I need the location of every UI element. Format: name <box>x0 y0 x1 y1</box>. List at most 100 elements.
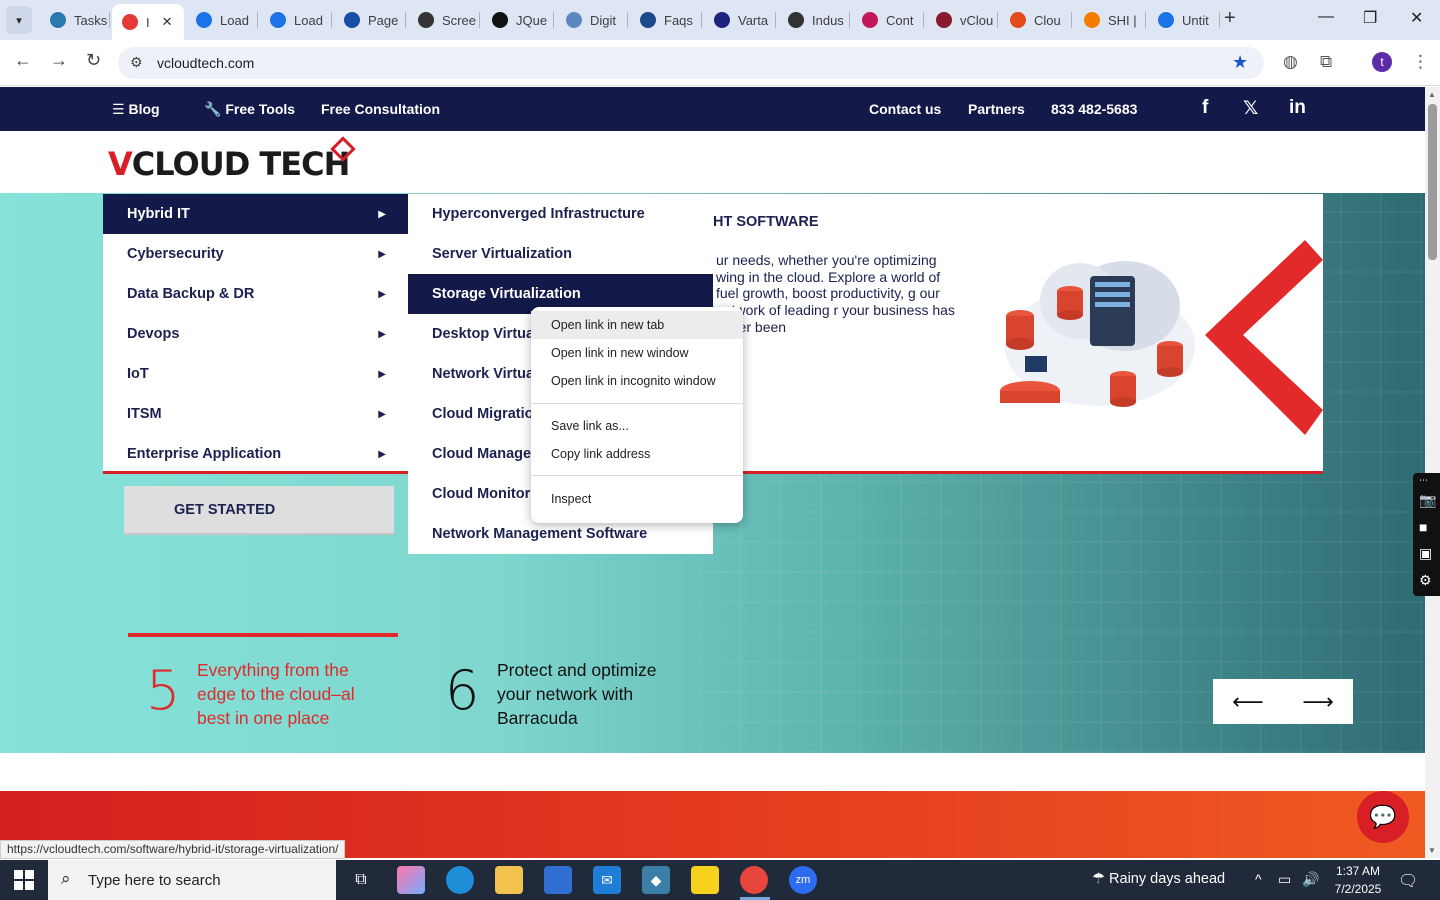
back-icon[interactable]: ← <box>14 50 32 71</box>
ctx-open-incognito[interactable]: Open link in incognito window <box>531 367 743 395</box>
nav-item-solutions[interactable]: SOLUTIONS <box>376 87 476 89</box>
mail-icon[interactable]: ✉ <box>593 866 621 894</box>
task-view-icon[interactable]: ⧉ <box>347 866 375 894</box>
free-consultation-link[interactable]: Free Consultation <box>321 101 440 117</box>
restore-icon[interactable]: ❐ <box>1363 8 1377 28</box>
settings-gear-icon[interactable]: ⚙ <box>1419 572 1432 589</box>
browser-tab[interactable]: I ✕ <box>112 4 184 40</box>
tray-chevron-icon[interactable]: ^ <box>1255 871 1262 887</box>
tab-close-icon[interactable]: ✕ <box>162 14 173 30</box>
chat-icon[interactable]: 💬 <box>1357 791 1409 843</box>
context-menu: Open link in new tab Open link in new wi… <box>531 307 743 523</box>
browser-tab[interactable]: Clou <box>1000 4 1072 36</box>
volume-icon[interactable]: 🔊 <box>1302 871 1319 888</box>
tab-favicon-icon <box>936 12 952 28</box>
x-twitter-icon[interactable]: 𝕏 <box>1243 97 1258 120</box>
ctx-inspect[interactable]: Inspect <box>531 485 743 513</box>
vcloudtech-logo[interactable]: VCLOUD TECH <box>108 145 350 183</box>
chevron-right-icon: ▶ <box>378 208 386 220</box>
slider-prev-arrow-icon[interactable]: ⟵ <box>1213 679 1283 724</box>
scroll-up-icon[interactable]: ▲ <box>1428 90 1436 99</box>
blog-link[interactable]: ☰ Blog <box>112 101 160 118</box>
video-icon[interactable]: ■ <box>1419 519 1427 535</box>
browser-tab[interactable]: Digit <box>556 4 628 36</box>
nav-item-government-contracts[interactable]: GOVERNMENT CONTRACTS <box>934 87 1126 89</box>
ctx-open-new-window[interactable]: Open link in new window <box>531 339 743 367</box>
free-tools-link[interactable]: 🔧 Free Tools <box>204 101 295 118</box>
browser-tab[interactable]: Load <box>260 4 332 36</box>
app-icon[interactable]: ◆ <box>642 866 670 894</box>
browser-tab[interactable]: Varta <box>704 4 776 36</box>
camera-icon[interactable]: 📷 <box>1419 492 1436 509</box>
menu-category-item[interactable]: Data Backup & DR ▶ <box>103 274 408 314</box>
taskbar-clock[interactable]: 1:37 AM 7/2/2025 <box>1330 862 1386 898</box>
windows-start-icon[interactable] <box>14 870 34 890</box>
menu-category-item[interactable]: Enterprise Application ▶ <box>103 434 408 474</box>
menu-subcategory-item[interactable]: Hyperconverged Infrastructure <box>408 194 713 234</box>
forward-icon[interactable]: → <box>50 50 68 71</box>
url-text[interactable]: vcloudtech.com <box>157 55 254 71</box>
extensions-icon[interactable]: ⧉ <box>1320 52 1332 72</box>
profile-avatar[interactable]: t <box>1372 52 1392 72</box>
phone-link[interactable]: 833 482-5683 <box>1051 101 1137 117</box>
partner-logos-strip <box>0 753 1425 791</box>
menu-kebab-icon[interactable]: ⋮ <box>1412 52 1429 72</box>
window-icon[interactable]: ▣ <box>1419 545 1432 562</box>
facebook-icon[interactable]: f <box>1202 97 1208 119</box>
menu-category-item[interactable]: Cybersecurity ▶ <box>103 234 408 274</box>
address-bar[interactable] <box>118 47 1264 79</box>
browser-tab[interactable]: Scree <box>408 4 480 36</box>
reload-icon[interactable]: ↻ <box>86 50 101 71</box>
notifications-icon[interactable]: 🗨 <box>1398 871 1418 891</box>
nav-item-software[interactable]: SOFTWARE <box>490 87 587 89</box>
minimize-icon[interactable]: — <box>1318 8 1334 26</box>
translate-icon[interactable]: ◍ <box>1283 52 1298 72</box>
taskbar-search-placeholder[interactable]: Type here to search <box>88 872 221 889</box>
edge-icon[interactable] <box>446 866 474 894</box>
tab-search-icon[interactable]: ▾ <box>6 6 32 34</box>
nav-item-about-us[interactable]: ABOUT US <box>1128 87 1201 89</box>
new-tab-icon[interactable]: + <box>1224 7 1236 30</box>
scroll-down-icon[interactable]: ▼ <box>1428 846 1436 855</box>
weather-widget[interactable]: ☂ Rainy days ahead <box>1092 871 1225 887</box>
browser-tab[interactable]: SHI | <box>1074 4 1146 36</box>
browser-tab[interactable]: vClou <box>926 4 998 36</box>
ctx-copy-link[interactable]: Copy link address <box>531 440 743 468</box>
chrome-icon[interactable] <box>740 866 768 894</box>
browser-tab[interactable]: Tasks <box>40 4 110 36</box>
sticky-notes-icon[interactable] <box>691 866 719 894</box>
browser-tab[interactable]: Faqs <box>630 4 702 36</box>
partners-link[interactable]: Partners <box>968 101 1025 117</box>
bookmark-star-icon[interactable]: ★ <box>1232 52 1248 73</box>
linkedin-icon[interactable]: in <box>1289 97 1306 119</box>
menu-category-item[interactable]: ITSM ▶ <box>103 394 408 434</box>
browser-tab[interactable]: Page <box>334 4 406 36</box>
nav-item-hardware[interactable]: HARDWARE <box>601 87 701 89</box>
browser-tab[interactable]: JQue <box>482 4 554 36</box>
browser-tab[interactable]: Untit <box>1148 4 1220 36</box>
nav-item-industries[interactable]: INDUSTRIES <box>817 87 920 89</box>
zoom-icon[interactable]: zm <box>789 866 817 894</box>
slider-next-arrow-icon[interactable]: ⟶ <box>1283 679 1353 724</box>
store-icon[interactable] <box>544 866 572 894</box>
ctx-save-link[interactable]: Save link as... <box>531 412 743 440</box>
file-explorer-icon[interactable] <box>495 866 523 894</box>
browser-tab[interactable]: Indus <box>778 4 850 36</box>
browser-tab[interactable]: Cont <box>852 4 924 36</box>
menu-category-item[interactable]: IoT ▶ <box>103 354 408 394</box>
contact-link[interactable]: Contact us <box>869 101 941 117</box>
pin-icon[interactable]: ⋯ <box>1419 475 1428 486</box>
menu-subcategory-item[interactable]: Server Virtualization <box>408 234 713 274</box>
get-started-button[interactable]: GET STARTED <box>124 486 394 535</box>
menu-category-item[interactable]: Devops ▶ <box>103 314 408 354</box>
nav-item-services[interactable]: SERVICES <box>715 87 804 89</box>
browser-tab[interactable]: Load <box>186 4 258 36</box>
network-icon[interactable]: ▭ <box>1278 871 1291 888</box>
ctx-open-new-tab[interactable]: Open link in new tab <box>531 311 743 339</box>
copilot-icon[interactable] <box>397 866 425 894</box>
site-info-icon[interactable]: ⚙ <box>130 54 143 71</box>
panel-description: ur needs, whether you're optimizing wing… <box>716 252 955 335</box>
menu-category-item[interactable]: Hybrid IT ▶ <box>103 194 408 234</box>
close-window-icon[interactable]: ✕ <box>1410 8 1423 28</box>
scroll-thumb[interactable] <box>1428 104 1437 260</box>
